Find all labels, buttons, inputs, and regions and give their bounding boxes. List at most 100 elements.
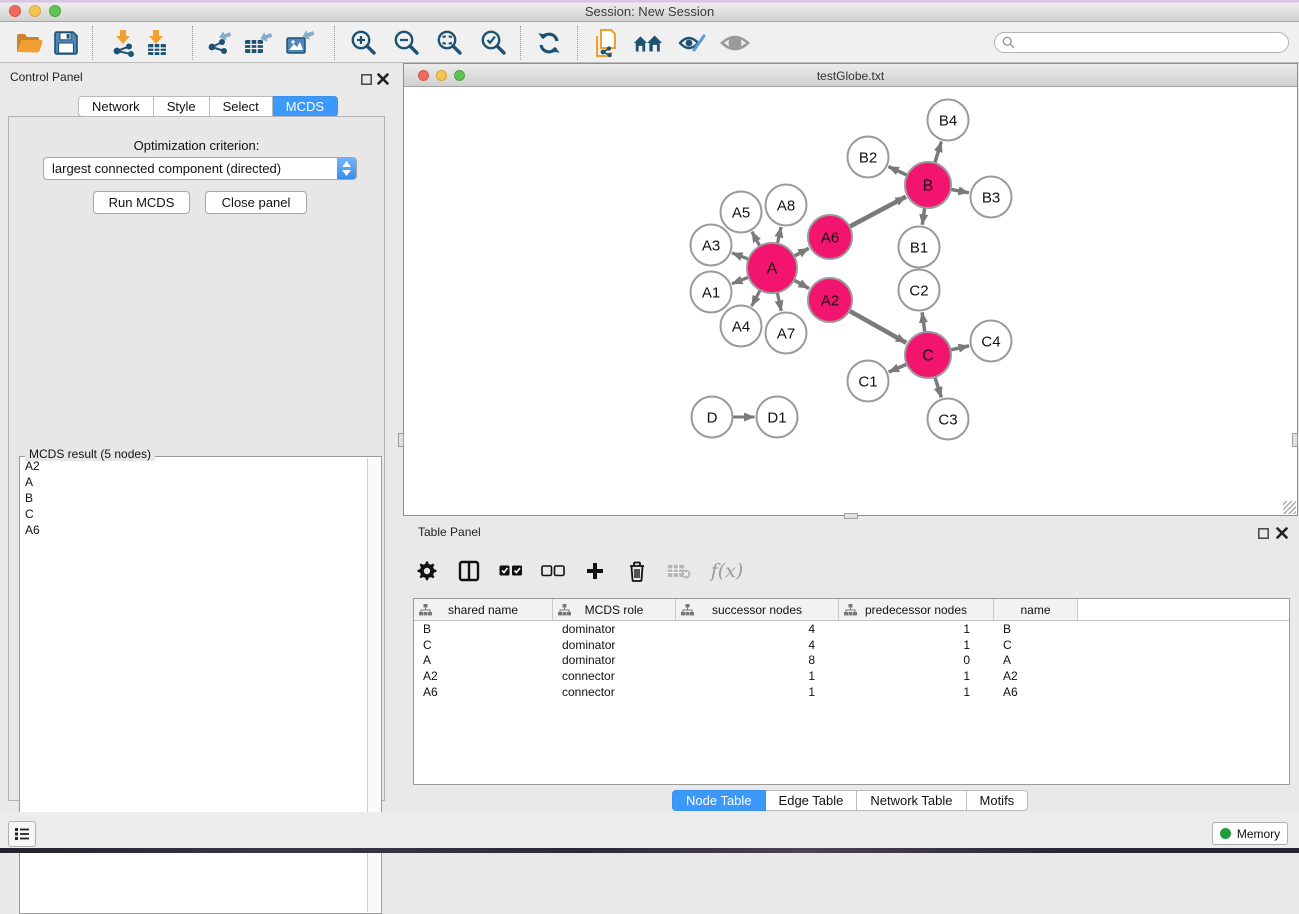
zoom-fit-icon[interactable] [433, 28, 465, 58]
graph-edge-C-C4[interactable] [949, 346, 969, 350]
zoom-in-icon[interactable] [347, 28, 379, 58]
run-mcds-button[interactable]: Run MCDS [93, 191, 190, 214]
graph-node-B[interactable]: B [905, 162, 951, 208]
graph-node-C[interactable]: C [905, 332, 951, 378]
cell-successor-nodes[interactable]: 1 [676, 685, 839, 699]
control-panel-close-icon[interactable] [377, 72, 388, 83]
open-file-icon[interactable] [13, 28, 45, 58]
table-panel-float-icon[interactable] [1258, 526, 1269, 537]
cell-mcds-role[interactable]: connector [553, 685, 676, 699]
cell-successor-nodes[interactable]: 1 [676, 669, 839, 683]
search-field[interactable] [994, 32, 1289, 53]
deselect-all-icon[interactable] [539, 557, 567, 585]
search-input[interactable] [1019, 34, 1288, 51]
graph-edge-A-A3[interactable] [732, 253, 749, 260]
tab-style[interactable]: Style [154, 96, 210, 117]
table-panel-close-icon[interactable] [1276, 526, 1287, 537]
graph-node-B4[interactable]: B4 [928, 100, 969, 141]
graph-edge-A-A2[interactable] [793, 280, 809, 289]
table-row[interactable]: A6connector11A6 [414, 684, 1289, 700]
graph-edge-B-B2[interactable] [888, 167, 908, 176]
graph-edge-B-B3[interactable] [950, 189, 969, 193]
cell-shared-name[interactable]: C [414, 638, 553, 652]
save-session-icon[interactable] [50, 28, 82, 58]
graph-node-A5[interactable]: A5 [721, 192, 762, 233]
cell-successor-nodes[interactable]: 8 [676, 653, 839, 667]
mcds-result-item[interactable]: A6 [21, 522, 369, 538]
table-row[interactable]: Adominator80A [414, 652, 1289, 668]
right-divider-grip[interactable] [1292, 433, 1298, 447]
control-panel-float-icon[interactable] [361, 72, 372, 83]
network-window-titlebar[interactable]: testGlobe.txt [404, 64, 1297, 87]
column-header-name[interactable]: name [994, 599, 1078, 620]
export-table-icon[interactable] [242, 28, 274, 58]
cell-shared-name[interactable]: A6 [414, 685, 553, 699]
new-network-from-selection-icon[interactable] [591, 28, 623, 58]
cell-predecessor-nodes[interactable]: 1 [839, 638, 994, 652]
graph-node-A6[interactable]: A6 [808, 215, 852, 259]
graph-node-B2[interactable]: B2 [848, 137, 889, 178]
graph-edge-C-C2[interactable] [922, 312, 925, 333]
graph-edge-C-C3[interactable] [935, 376, 942, 398]
cytoscape-home-icon[interactable] [632, 28, 664, 58]
mcds-result-item[interactable]: A [21, 474, 369, 490]
tab-network-table[interactable]: Network Table [857, 790, 966, 811]
cell-predecessor-nodes[interactable]: 0 [839, 653, 994, 667]
zoom-out-icon[interactable] [390, 28, 422, 58]
cell-name[interactable]: A [994, 653, 1078, 667]
cell-predecessor-nodes[interactable]: 1 [839, 685, 994, 699]
column-header-predecessor-nodes[interactable]: predecessor nodes [839, 599, 994, 620]
graph-edge-A2-C[interactable] [848, 310, 906, 342]
mcds-result-item[interactable]: B [21, 490, 369, 506]
cell-mcds-role[interactable]: connector [553, 669, 676, 683]
tab-edge-table[interactable]: Edge Table [766, 790, 858, 811]
graph-node-D1[interactable]: D1 [757, 397, 798, 438]
table-row[interactable]: A2connector11A2 [414, 668, 1289, 684]
cell-successor-nodes[interactable]: 4 [676, 638, 839, 652]
graph-edge-A-A4[interactable] [752, 289, 761, 306]
graphics-details-icon[interactable] [676, 28, 708, 58]
birds-eye-view-icon[interactable] [719, 28, 751, 58]
show-panels-list-button[interactable] [8, 821, 36, 847]
graph-node-A3[interactable]: A3 [691, 225, 732, 266]
export-image-icon[interactable] [284, 28, 316, 58]
mcds-result-item[interactable]: C [21, 506, 369, 522]
table-settings-icon[interactable] [413, 557, 441, 585]
column-header-mcds-role[interactable]: MCDS role [553, 599, 676, 620]
table-row[interactable]: Bdominator41B [414, 621, 1289, 637]
graph-edge-A-A6[interactable] [793, 248, 809, 256]
criterion-select[interactable]: largest connected component (directed) [43, 157, 357, 180]
left-divider-grip[interactable] [398, 433, 404, 447]
cell-shared-name[interactable]: A2 [414, 669, 553, 683]
zoom-selected-icon[interactable] [477, 28, 509, 58]
import-network-icon[interactable] [108, 28, 140, 58]
cell-predecessor-nodes[interactable]: 1 [839, 622, 994, 636]
graph-edge-A-A8[interactable] [777, 227, 781, 245]
graph-edge-C-C1[interactable] [889, 364, 908, 372]
refresh-icon[interactable] [533, 28, 565, 58]
cell-mcds-role[interactable]: dominator [553, 653, 676, 667]
graph-edge-A6-B[interactable] [849, 197, 906, 227]
cell-name[interactable]: A6 [994, 685, 1078, 699]
cell-shared-name[interactable]: B [414, 622, 553, 636]
tab-motifs[interactable]: Motifs [967, 790, 1029, 811]
graph-node-A2[interactable]: A2 [808, 278, 852, 322]
cell-shared-name[interactable]: A [414, 653, 553, 667]
graph-node-A[interactable]: A [747, 243, 797, 293]
graph-node-B1[interactable]: B1 [899, 227, 940, 268]
cell-predecessor-nodes[interactable]: 1 [839, 669, 994, 683]
graph-node-C3[interactable]: C3 [928, 399, 969, 440]
delete-table-icon[interactable] [665, 557, 693, 585]
graph-edge-A-A1[interactable] [732, 277, 750, 284]
cell-name[interactable]: A2 [994, 669, 1078, 683]
function-builder-icon[interactable]: f(x) [707, 557, 747, 585]
delete-column-icon[interactable] [623, 557, 651, 585]
memory-button[interactable]: Memory [1212, 822, 1288, 845]
close-panel-button[interactable]: Close panel [205, 191, 307, 214]
column-header-successor-nodes[interactable]: successor nodes [676, 599, 839, 620]
tab-select[interactable]: Select [210, 96, 273, 117]
graph-edge-A-A5[interactable] [752, 232, 760, 247]
column-visibility-icon[interactable] [455, 557, 483, 585]
graph-edge-A-A7[interactable] [777, 291, 781, 311]
tab-mcds[interactable]: MCDS [273, 96, 338, 117]
